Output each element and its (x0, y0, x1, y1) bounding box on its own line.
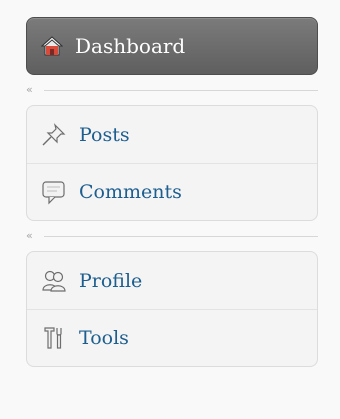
pushpin-icon (39, 121, 69, 149)
collapse-arrows-icon: « (26, 228, 33, 242)
sidebar-item-posts[interactable]: Posts (27, 106, 317, 163)
sidebar-item-label: Posts (79, 123, 130, 146)
sidebar-item-tools[interactable]: Tools (27, 309, 317, 366)
separator-line (44, 236, 318, 237)
admin-sidebar-menu: Dashboard « Posts Comments « Profile Too… (26, 17, 318, 367)
sidebar-item-label: Tools (79, 327, 129, 349)
sidebar-item-comments[interactable]: Comments (27, 163, 317, 220)
sidebar-item-dashboard[interactable]: Dashboard (26, 17, 318, 75)
tools-icon (39, 324, 69, 352)
separator-line (44, 90, 318, 91)
sidebar-item-label: Comments (79, 181, 182, 203)
collapse-arrows-icon: « (26, 82, 33, 96)
speech-bubble-icon (39, 178, 69, 206)
collapse-separator-1[interactable]: « (26, 75, 318, 105)
users-icon (39, 267, 69, 295)
sidebar-item-profile[interactable]: Profile (27, 252, 317, 309)
menu-group-users: Profile Tools (26, 251, 318, 367)
sidebar-item-label: Dashboard (75, 34, 186, 58)
menu-group-content: Posts Comments (26, 105, 318, 221)
sidebar-item-label: Profile (79, 269, 143, 292)
collapse-separator-2[interactable]: « (26, 221, 318, 251)
home-icon (41, 35, 63, 57)
